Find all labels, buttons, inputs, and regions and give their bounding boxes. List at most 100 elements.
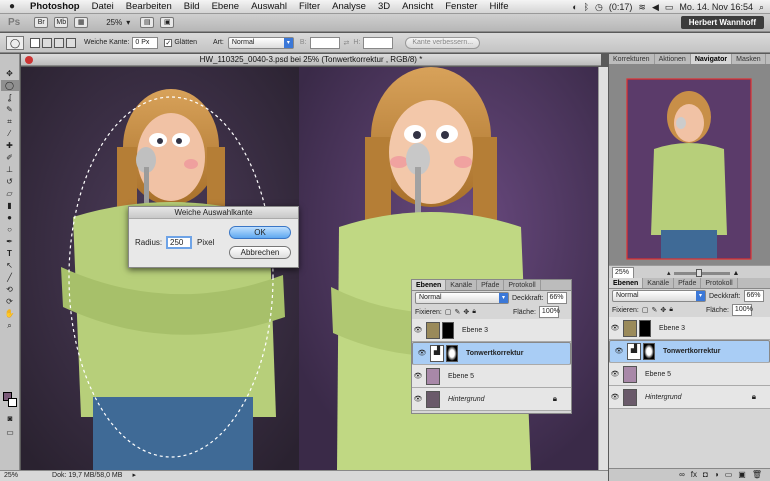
lock-position-icon[interactable]: ✥ — [660, 306, 666, 314]
menu-ebene[interactable]: Ebene — [206, 1, 245, 12]
menu-filter[interactable]: Filter — [293, 1, 326, 12]
blend-mode-select[interactable]: Normal ▾ — [612, 290, 706, 302]
lasso-icon[interactable]: ʆ — [1, 92, 19, 103]
refine-edge-button[interactable]: Kante verbessern... — [405, 36, 481, 49]
fill-input[interactable]: 100% — [731, 304, 753, 316]
marquee-preset-icon[interactable]: ◯ — [6, 35, 24, 50]
layer-row[interactable]: 👁︎ ▟ Tonwertkorrektur — [412, 342, 571, 365]
hand-icon[interactable]: ✋ — [1, 308, 19, 319]
status-zoom[interactable]: 25% — [4, 471, 18, 481]
layer-mask-thumbnail[interactable] — [442, 321, 454, 339]
dialog-title[interactable]: Weiche Auswahlkante — [129, 207, 298, 219]
document-tab[interactable]: HW_110325_0040-3.psd bei 25% (Tonwertkor… — [21, 54, 601, 66]
cancel-button[interactable]: Abbrechen — [229, 246, 291, 259]
zoom-level[interactable]: 25% — [106, 18, 122, 27]
layer-mask-thumbnail[interactable] — [446, 345, 458, 362]
clock[interactable]: Mo. 14. Nov 16:54 — [679, 2, 753, 12]
navigator-preview[interactable] — [609, 65, 770, 265]
menu-ansicht[interactable]: Ansicht — [396, 1, 439, 12]
quick-select-icon[interactable]: ✎ — [1, 104, 19, 115]
add-selection-icon[interactable] — [42, 37, 52, 48]
tab-protokoll[interactable]: Protokoll — [504, 280, 541, 290]
smooth-checkbox[interactable]: ✓ — [164, 38, 173, 47]
intersect-selection-icon[interactable] — [66, 37, 76, 48]
minibridge-icon[interactable]: Mb — [54, 17, 69, 28]
eye-icon[interactable]: 👁︎ — [609, 393, 621, 401]
type-icon[interactable]: T — [1, 248, 19, 259]
3d-orbit-icon[interactable]: ⟳ — [1, 296, 19, 307]
flag-icon[interactable]: ▭ — [665, 2, 674, 13]
new-layer-icon[interactable]: ▣ — [738, 469, 746, 481]
menu-analyse[interactable]: Analyse — [326, 1, 372, 12]
layer-row[interactable]: 👁︎ Ebene 3 — [412, 319, 571, 342]
bridge-icon[interactable]: Br — [34, 17, 49, 28]
lock-all-icon[interactable]: 🔒︎ — [472, 308, 476, 316]
ok-button[interactable]: OK — [229, 226, 291, 239]
menu-fenster[interactable]: Fenster — [439, 1, 483, 12]
trash-icon[interactable]: 🗑︎ — [752, 469, 762, 481]
zoom-in-icon[interactable]: ▲ — [733, 270, 740, 277]
new-selection-icon[interactable] — [30, 37, 40, 48]
eye-icon[interactable]: 👁︎ — [609, 324, 621, 332]
3d-rotate-icon[interactable]: ⟲ — [1, 284, 19, 295]
apple-icon[interactable]: ● — [0, 1, 24, 12]
layer-row[interactable]: 👁︎ Hintergrund 🔒︎ — [412, 388, 571, 411]
radius-input[interactable]: 250 — [166, 236, 192, 249]
tab-navigator[interactable]: Navigator — [690, 54, 733, 64]
layer-row[interactable]: 👁︎ Ebene 3 — [609, 317, 770, 340]
move-tool-icon[interactable]: ✥ — [1, 68, 19, 79]
layer-style-icon[interactable]: fx — [691, 469, 697, 481]
path-select-icon[interactable]: ↖ — [1, 260, 19, 271]
elliptical-marquee-icon[interactable]: ◯ — [0, 80, 19, 91]
opacity-input[interactable]: 66% — [546, 292, 567, 304]
zoom-icon[interactable]: ⌕ — [1, 320, 19, 331]
blur-icon[interactable]: ● — [1, 212, 19, 223]
layer-mask-thumbnail[interactable] — [643, 343, 655, 360]
clone-stamp-icon[interactable]: ⊥ — [1, 164, 19, 175]
layer-row[interactable]: 👁︎ Ebene 5 — [412, 365, 571, 388]
width-input[interactable] — [309, 36, 340, 49]
eye-icon[interactable]: 👁︎ — [613, 347, 625, 357]
gradient-icon[interactable]: ▮ — [1, 200, 19, 211]
background-color-swatch[interactable] — [8, 398, 17, 407]
dodge-icon[interactable]: ○ — [1, 224, 19, 235]
lock-transparency-icon[interactable]: ▢ — [642, 306, 649, 314]
eyedropper-icon[interactable]: ⁄ — [1, 128, 19, 139]
layer-row[interactable]: 👁︎ ▟ Tonwertkorrektur — [609, 340, 770, 363]
healing-brush-icon[interactable]: ✚ — [1, 140, 19, 151]
swap-icon[interactable]: ⇄ — [344, 39, 350, 47]
menu-app[interactable]: Photoshop — [24, 1, 86, 12]
eye-icon[interactable]: 👁︎ — [416, 349, 428, 359]
layer-name[interactable]: Tonwertkorrektur — [466, 349, 523, 359]
view-extras-icon[interactable]: ▦ — [74, 17, 89, 28]
feather-input[interactable]: 0 Px — [132, 36, 159, 49]
lock-pixels-icon[interactable]: ✎ — [651, 306, 657, 314]
zoom-slider-thumb[interactable] — [695, 268, 702, 277]
layer-name[interactable]: Hintergrund — [448, 396, 485, 403]
tab-protokoll[interactable]: Protokoll — [701, 278, 738, 288]
tab-ebenen[interactable]: Ebenen — [412, 280, 447, 290]
tab-kanaele[interactable]: Kanäle — [643, 278, 675, 288]
layer-name[interactable]: Tonwertkorrektur — [663, 347, 720, 357]
zoom-out-icon[interactable]: ▴ — [667, 269, 671, 277]
arrange-documents-icon[interactable]: ▤ — [140, 17, 155, 28]
battery-label[interactable]: (0:17) — [609, 2, 633, 12]
fill-input[interactable]: 100% — [538, 306, 560, 318]
tab-ebenen[interactable]: Ebenen — [609, 278, 644, 288]
lock-pixels-icon[interactable]: ✎ — [454, 308, 460, 316]
status-doc-size[interactable]: Dok: 19,7 MB/58,0 MB — [52, 471, 122, 481]
lock-position-icon[interactable]: ✥ — [463, 308, 469, 316]
shape-icon[interactable]: ╱ — [1, 272, 19, 283]
pen-icon[interactable]: ✒ — [1, 236, 19, 247]
menu-hilfe[interactable]: Hilfe — [483, 1, 514, 12]
spotlight-icon[interactable]: ⌕ — [759, 2, 764, 13]
volume-icon[interactable]: ◀ — [652, 2, 659, 13]
layer-name[interactable]: Ebene 5 — [448, 373, 474, 380]
layer-name[interactable]: Ebene 3 — [659, 325, 685, 332]
tab-pfade[interactable]: Pfade — [477, 280, 505, 290]
height-input[interactable] — [363, 36, 394, 49]
close-icon[interactable] — [25, 56, 33, 64]
eye-icon[interactable]: 👁︎ — [412, 372, 424, 380]
tab-korrekturen[interactable]: Korrekturen — [609, 54, 655, 64]
screen-mode-tool-icon[interactable]: ▭ — [1, 427, 19, 438]
